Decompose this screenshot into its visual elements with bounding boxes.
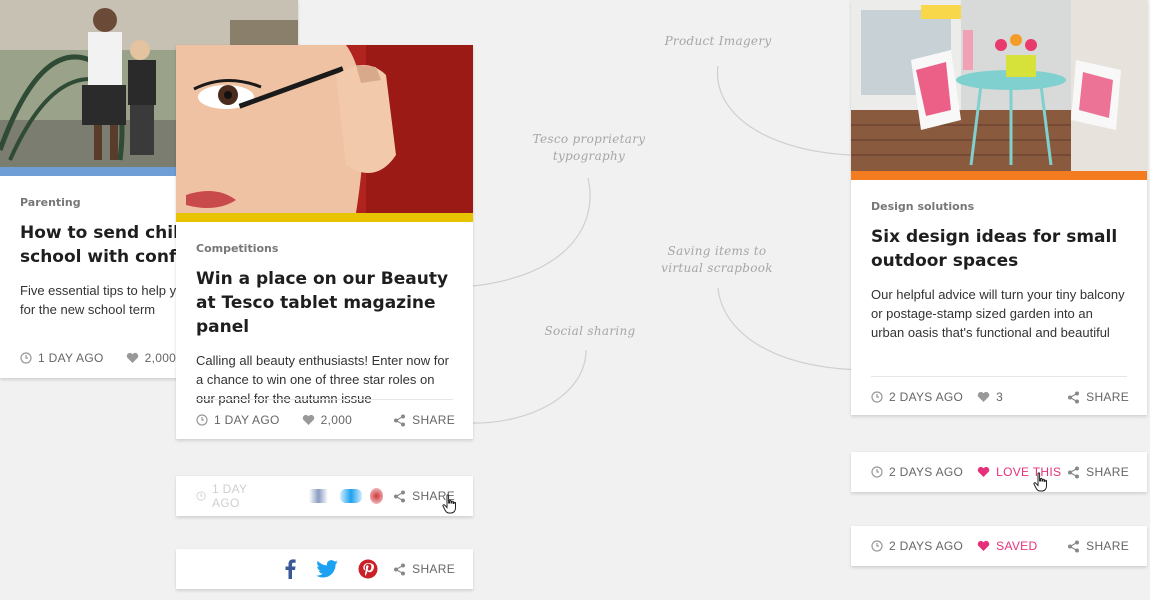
love-state-saved: 2 DAYS AGO SAVED SHARE (851, 526, 1147, 566)
share-state-animating: 1 DAY AGO SHARE (176, 476, 473, 516)
share-label: SHARE (1086, 539, 1129, 553)
share-button[interactable]: SHARE (393, 562, 455, 576)
like-count: 2,000 (144, 351, 177, 365)
clock-icon (871, 540, 883, 552)
share-icon (1068, 466, 1080, 478)
annotation-product-imagery: Product Imagery (664, 34, 772, 48)
share-button[interactable]: SHARE (393, 413, 455, 427)
timestamp-text: 1 DAY AGO (214, 413, 280, 427)
heart-icon (977, 466, 990, 477)
hand-cursor-icon (442, 494, 456, 514)
share-label: SHARE (412, 562, 455, 576)
timestamp-text: 2 DAYS AGO (889, 465, 964, 479)
share-button[interactable]: SHARE (1067, 465, 1129, 479)
timestamp: 1 DAY AGO (196, 482, 267, 510)
card-footer: 1 DAY AGO 2,000 SHARE (196, 400, 455, 439)
share-button[interactable]: SHARE (1067, 390, 1129, 404)
pinterest-icon[interactable] (358, 559, 378, 579)
share-icon (1068, 540, 1080, 552)
clock-icon (871, 466, 883, 478)
like-button[interactable]: 3 (977, 390, 1003, 404)
card-title[interactable]: Six design ideas for small outdoor space… (871, 225, 1127, 273)
clock-icon (196, 491, 206, 501)
clock-icon (196, 414, 208, 426)
twitter-icon[interactable] (316, 560, 338, 578)
facebook-icon[interactable] (308, 489, 328, 503)
share-icon (1068, 391, 1080, 403)
share-state-expanded: SHARE (176, 549, 473, 589)
timestamp-text: 2 DAYS AGO (889, 390, 964, 404)
share-button[interactable]: SHARE (1067, 539, 1129, 553)
heart-icon (126, 352, 138, 363)
card-image-mascara (176, 45, 473, 213)
share-label: SHARE (1086, 390, 1129, 404)
timestamp: 1 DAY AGO (20, 351, 104, 365)
love-state-hover: 2 DAYS AGO LOVE THIS SHARE (851, 452, 1147, 492)
timestamp: 2 DAYS AGO (871, 539, 963, 553)
like-count: 2,000 (320, 413, 353, 427)
heart-icon (977, 391, 990, 402)
category-stripe (176, 213, 473, 222)
annotation-social-sharing: Social sharing (544, 324, 636, 338)
saved-button[interactable]: SAVED (977, 539, 1037, 553)
card-category: Design solutions (871, 200, 975, 213)
like-button[interactable]: 2,000 (126, 351, 177, 365)
like-count: 3 (996, 390, 1004, 404)
heart-icon (977, 540, 990, 551)
article-card-design[interactable]: Design solutions Six design ideas for sm… (851, 0, 1147, 415)
timestamp-text: 1 DAY AGO (38, 351, 104, 365)
pinterest-icon[interactable] (369, 488, 384, 504)
card-category: Competitions (196, 242, 279, 255)
saved-label: SAVED (996, 539, 1038, 553)
category-stripe (851, 171, 1147, 180)
hand-cursor-icon (1033, 472, 1047, 492)
card-image-patio (851, 0, 1147, 171)
share-icon (394, 490, 406, 502)
clock-icon (871, 391, 883, 403)
heart-icon (302, 414, 314, 425)
annotation-typography: Tesco proprietary typography (532, 132, 646, 163)
annotation-scrapbook: Saving items to virtual scrapbook (661, 244, 773, 275)
card-title[interactable]: Win a place on our Beauty at Tesco table… (196, 267, 453, 339)
share-label: SHARE (1086, 465, 1129, 479)
timestamp-text: 1 DAY AGO (212, 482, 248, 510)
love-label: LOVE THIS (996, 465, 1062, 479)
card-footer: 2 DAYS AGO 3 SHARE (871, 377, 1129, 415)
facebook-icon[interactable] (284, 559, 296, 579)
like-button[interactable]: 2,000 (302, 413, 353, 427)
clock-icon (20, 352, 32, 364)
timestamp: 2 DAYS AGO (871, 465, 963, 479)
timestamp-text: 2 DAYS AGO (889, 539, 964, 553)
share-icon (394, 563, 406, 575)
article-card-competitions[interactable]: Competitions Win a place on our Beauty a… (176, 45, 473, 439)
timestamp: 1 DAY AGO (196, 413, 280, 427)
share-icon (394, 414, 406, 426)
timestamp: 2 DAYS AGO (871, 390, 963, 404)
share-label: SHARE (412, 413, 455, 427)
twitter-icon[interactable] (339, 489, 362, 503)
card-description: Our helpful advice will turn your tiny b… (871, 287, 1125, 340)
